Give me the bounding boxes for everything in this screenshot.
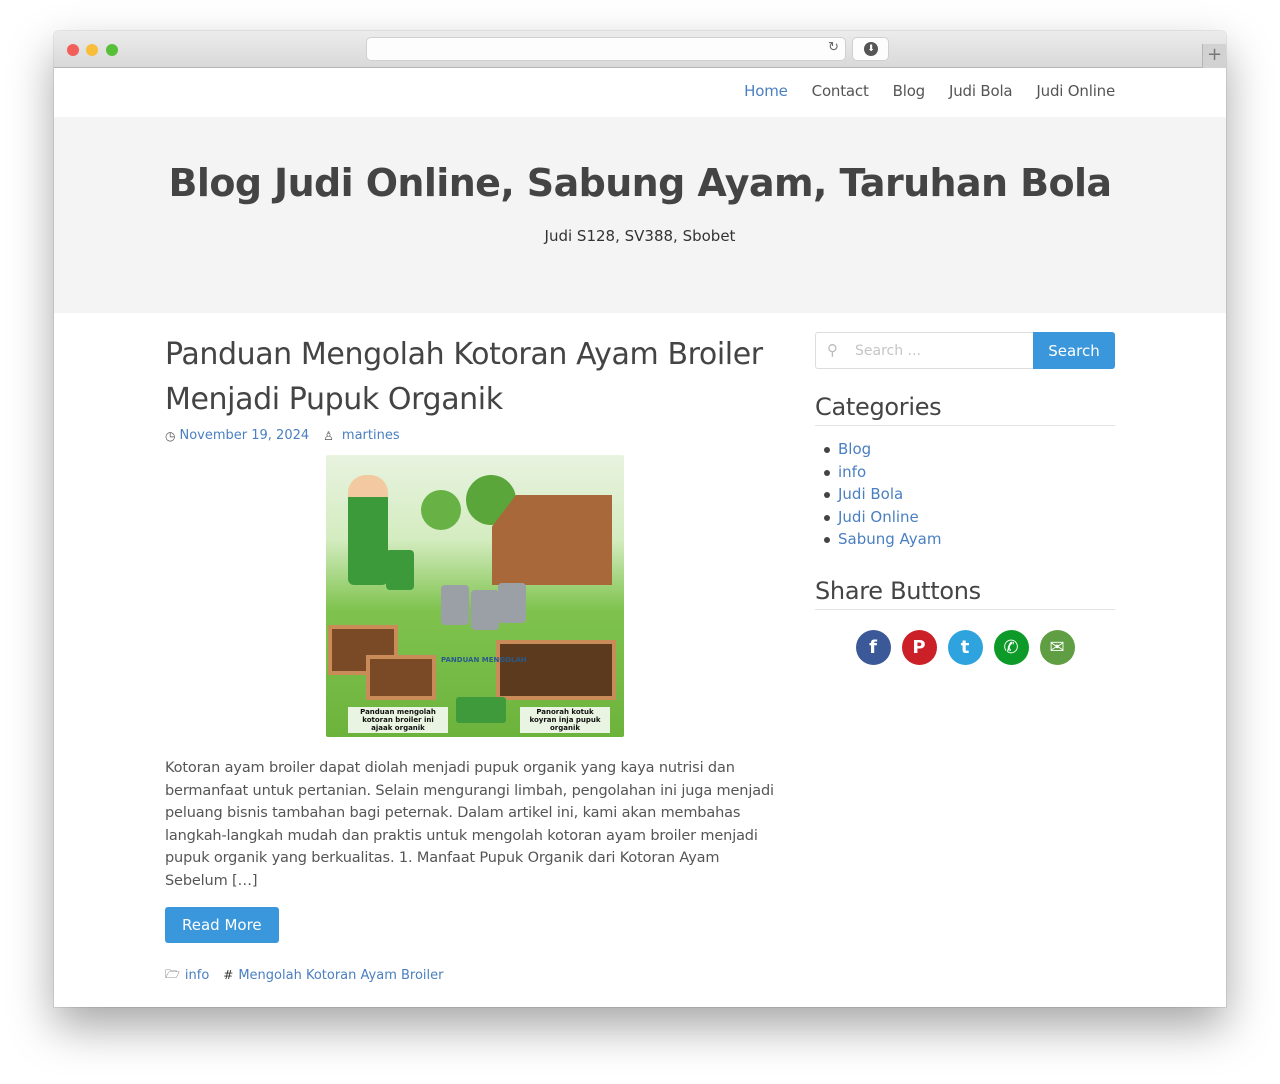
category-link-blog[interactable]: Blog — [815, 438, 1115, 461]
search-icon: ⚲ — [827, 341, 838, 359]
twitter-share-icon[interactable]: t — [947, 629, 983, 665]
nav-item-contact[interactable]: Contact — [812, 82, 869, 100]
search-button[interactable]: Search — [1033, 332, 1115, 369]
browser-titlebar: ↻ ⬇ + — [54, 31, 1226, 68]
primary-nav: Home Contact Blog Judi Bola Judi Online — [720, 82, 1115, 100]
folder-icon: 🗁 — [165, 966, 180, 981]
post-tag-link[interactable]: Mengolah Kotoran Ayam Broiler — [238, 968, 443, 983]
search-form: ⚲ Search — [815, 332, 1115, 369]
coop-shape — [492, 495, 612, 585]
read-more-button[interactable]: Read More — [165, 906, 279, 943]
compost-bed-shape — [366, 655, 436, 700]
address-bar[interactable]: ↻ — [367, 38, 845, 60]
image-caption-right: Panorah kotuk koyran inja pupuk organik — [520, 707, 610, 733]
nav-item-judi-online[interactable]: Judi Online — [1036, 82, 1115, 100]
categories-list: Blog info Judi Bola Judi Online Sabung A… — [815, 438, 1115, 551]
facebook-share-icon[interactable]: f — [855, 629, 891, 665]
post-category-link[interactable]: info — [185, 968, 209, 983]
main-content: Panduan Mengolah Kotoran Ayam Broiler Me… — [165, 332, 785, 986]
tree-shape — [421, 490, 461, 530]
post-author[interactable]: martines — [342, 428, 400, 443]
post-footer: 🗁 info # Mengolah Kotoran Ayam Broiler — [165, 965, 785, 986]
sidebar: ⚲ Search Categories Blog info Judi Bola … — [815, 332, 1115, 665]
site-header: Blog Judi Online, Sabung Ayam, Taruhan B… — [54, 117, 1226, 313]
category-link-sabung-ayam[interactable]: Sabung Ayam — [815, 528, 1115, 551]
post-title[interactable]: Panduan Mengolah Kotoran Ayam Broiler Me… — [165, 332, 785, 422]
post-date[interactable]: November 19, 2024 — [179, 428, 309, 443]
image-label: PANDUAN MENGOLAH — [441, 656, 527, 664]
category-link-judi-online[interactable]: Judi Online — [815, 506, 1115, 529]
site-tagline: Judi S128, SV388, Sbobet — [544, 227, 736, 245]
search-input[interactable] — [816, 333, 1033, 368]
bin-shape — [471, 590, 499, 630]
image-caption-left: Panduan mengolah kotoran broiler ini aja… — [348, 707, 448, 733]
tractor-shape — [456, 697, 506, 723]
new-tab-button[interactable]: + — [1202, 44, 1226, 68]
category-link-info[interactable]: info — [815, 461, 1115, 484]
garden-bed-shape — [496, 640, 616, 700]
farmer-shape — [348, 475, 388, 585]
nav-item-home[interactable]: Home — [744, 82, 788, 100]
nav-item-blog[interactable]: Blog — [893, 82, 926, 100]
minimize-window-button[interactable] — [86, 44, 98, 56]
close-window-button[interactable] — [67, 44, 79, 56]
category-link-judi-bola[interactable]: Judi Bola — [815, 483, 1115, 506]
pinterest-share-icon[interactable]: P — [901, 629, 937, 665]
user-icon: ♙ — [323, 428, 334, 443]
site-title[interactable]: Blog Judi Online, Sabung Ayam, Taruhan B… — [54, 161, 1226, 205]
post-meta: ◷ November 19, 2024 ♙ martines — [165, 428, 785, 443]
search-field-wrapper: ⚲ — [815, 332, 1033, 369]
post-article: Panduan Mengolah Kotoran Ayam Broiler Me… — [165, 332, 785, 986]
categories-widget-title: Categories — [815, 393, 1115, 426]
web-page: Home Contact Blog Judi Bola Judi Online … — [54, 68, 1226, 1007]
download-icon: ⬇ — [864, 42, 878, 56]
browser-window: ↻ ⬇ + Home Contact Blog Judi Bola Judi O… — [54, 31, 1226, 1007]
featured-image[interactable]: PANDUAN MENGOLAH Panduan mengolah kotora… — [326, 455, 624, 737]
post-excerpt: Kotoran ayam broiler dapat diolah menjad… — [165, 760, 774, 889]
nav-item-judi-bola[interactable]: Judi Bola — [949, 82, 1013, 100]
email-share-icon[interactable]: ✉ — [1039, 629, 1075, 665]
hashtag-icon: # — [223, 968, 234, 983]
whatsapp-share-icon[interactable]: ✆ — [993, 629, 1029, 665]
downloads-button[interactable]: ⬇ — [853, 38, 888, 60]
maximize-window-button[interactable] — [106, 44, 118, 56]
share-widget-title: Share Buttons — [815, 577, 1115, 610]
bin-shape — [386, 550, 414, 590]
share-buttons: f P t ✆ ✉ — [815, 629, 1115, 665]
bin-shape — [498, 583, 526, 623]
reload-icon[interactable]: ↻ — [828, 40, 839, 55]
clock-icon: ◷ — [165, 428, 176, 443]
bin-shape — [441, 585, 469, 625]
